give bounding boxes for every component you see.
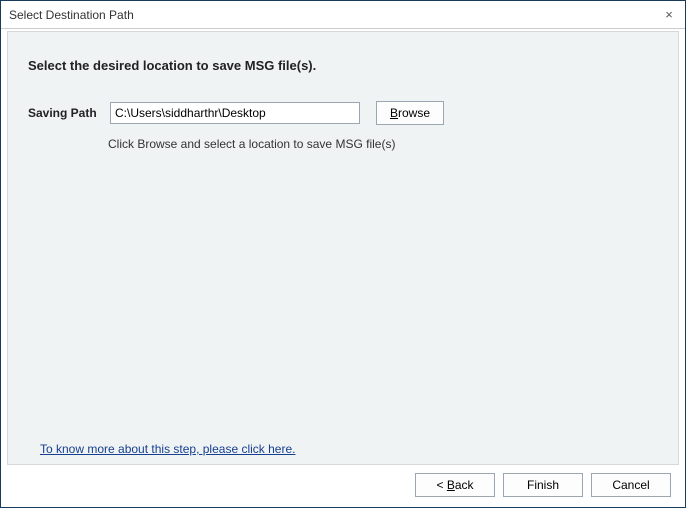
finish-button[interactable]: Finish (503, 473, 583, 497)
help-link[interactable]: To know more about this step, please cli… (40, 442, 295, 456)
help-link-row: To know more about this step, please cli… (40, 442, 295, 456)
back-prefix: < (436, 478, 446, 492)
hint-text: Click Browse and select a location to sa… (108, 137, 658, 151)
content-panel: Select the desired location to save MSG … (7, 31, 679, 465)
window-title: Select Destination Path (9, 8, 134, 22)
dialog-window: Select Destination Path × Select the des… (0, 0, 686, 508)
back-button[interactable]: < Back (415, 473, 495, 497)
saving-path-row: Saving Path Browse (28, 101, 658, 125)
body-area: Select the desired location to save MSG … (1, 29, 685, 507)
back-mnemonic: B (447, 478, 455, 492)
titlebar: Select Destination Path × (1, 1, 685, 29)
browse-mnemonic: B (390, 106, 398, 120)
browse-rest: rowse (398, 106, 430, 120)
close-icon[interactable]: × (661, 7, 677, 23)
footer: < Back Finish Cancel (1, 469, 685, 507)
browse-button[interactable]: Browse (376, 101, 444, 125)
saving-path-input[interactable] (110, 102, 360, 124)
cancel-button[interactable]: Cancel (591, 473, 671, 497)
saving-path-label: Saving Path (28, 106, 110, 120)
instruction-text: Select the desired location to save MSG … (28, 58, 658, 73)
back-rest: ack (455, 478, 474, 492)
